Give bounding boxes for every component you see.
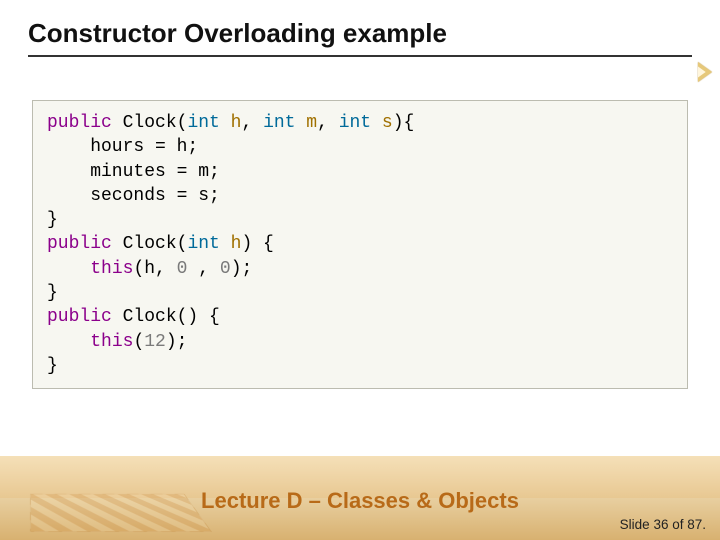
code-line-6: public Clock(int h) { bbox=[47, 234, 274, 254]
code-line-11: } bbox=[47, 356, 58, 376]
code-line-8: } bbox=[47, 283, 58, 303]
slide-number: Slide 36 of 87. bbox=[620, 517, 706, 532]
code-line-3: minutes = m; bbox=[47, 162, 220, 182]
lecture-title: Lecture D – Classes & Objects bbox=[0, 488, 720, 514]
code-line-10: this(12); bbox=[47, 332, 187, 352]
code-line-5: } bbox=[47, 210, 58, 230]
code-line-9: public Clock() { bbox=[47, 307, 220, 327]
code-line-7: this(h, 0 , 0); bbox=[47, 259, 252, 279]
code-line-1: public Clock(int h, int m, int s){ bbox=[47, 113, 414, 133]
footer: Lecture D – Classes & Objects Slide 36 o… bbox=[0, 456, 720, 540]
decoration-arrow-icon bbox=[698, 62, 712, 82]
code-block: public Clock(int h, int m, int s){ hours… bbox=[32, 100, 688, 389]
slide-title: Constructor Overloading example bbox=[28, 18, 692, 57]
code-line-2: hours = h; bbox=[47, 137, 198, 157]
code-line-4: seconds = s; bbox=[47, 186, 220, 206]
slide: Constructor Overloading example public C… bbox=[0, 0, 720, 540]
